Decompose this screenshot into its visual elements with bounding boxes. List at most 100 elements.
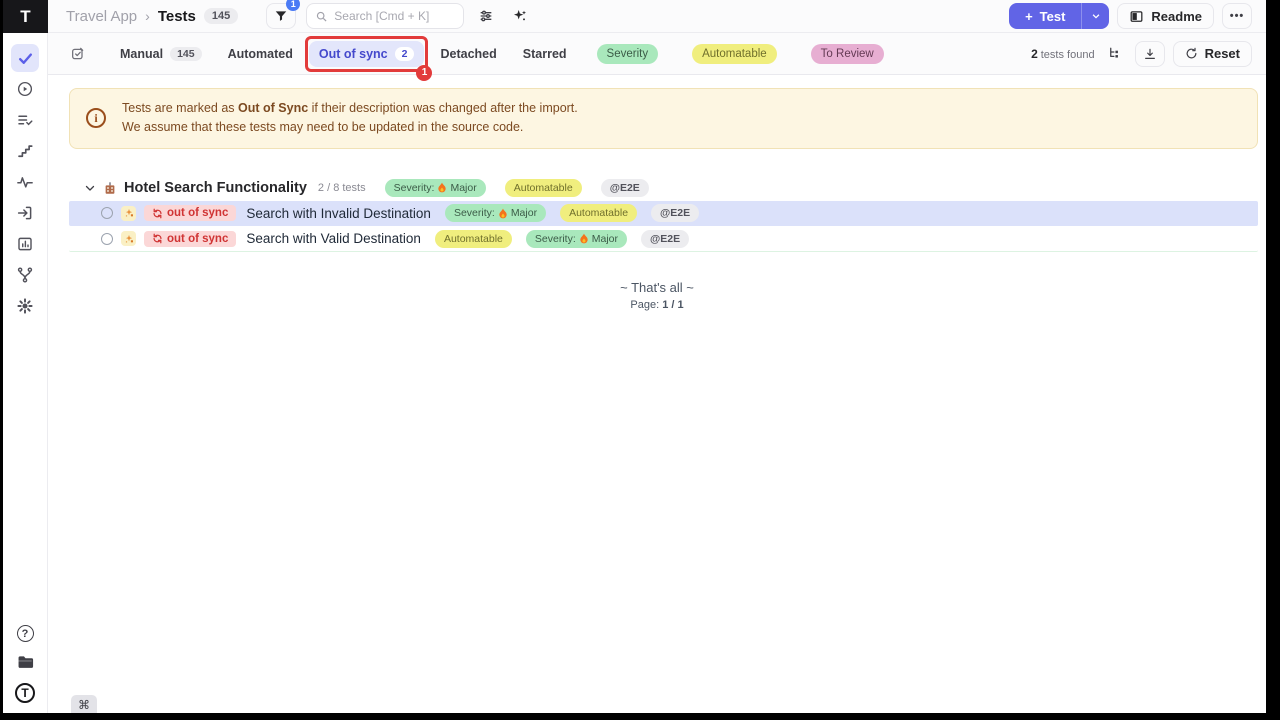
sidebar-item-plans[interactable] xyxy=(11,106,39,134)
flame-icon xyxy=(498,208,508,219)
git-branch-icon xyxy=(16,266,34,284)
severity-level: Major xyxy=(511,207,537,219)
new-test-button[interactable]: + Test xyxy=(1009,3,1081,29)
banner-line1-pre: Tests are marked as xyxy=(122,101,238,115)
refresh-icon xyxy=(1185,47,1198,60)
stairs-icon xyxy=(16,142,34,160)
display-settings-icon[interactable] xyxy=(474,8,498,24)
new-test-dropdown-button[interactable] xyxy=(1081,3,1109,29)
tab-manual[interactable]: Manual 145 xyxy=(110,41,212,67)
code-snippet-icon xyxy=(121,231,136,246)
help-button[interactable]: ? xyxy=(17,625,34,642)
page-label: Page: xyxy=(630,299,659,311)
collapse-chevron-icon[interactable] xyxy=(84,182,96,194)
suite-tag-badge: @E2E xyxy=(601,179,649,197)
page-indicator: Page: 1 / 1 xyxy=(48,299,1266,311)
question-mark-icon: ? xyxy=(22,628,29,640)
chip-to-review[interactable]: To Review xyxy=(811,44,884,64)
book-icon xyxy=(1129,9,1144,24)
export-button[interactable] xyxy=(1135,41,1165,67)
sidebar-item-analytics[interactable] xyxy=(11,168,39,196)
severity-prefix: Severity: xyxy=(454,207,495,219)
out-of-sync-label: out of sync xyxy=(167,233,228,245)
search-box[interactable] xyxy=(306,3,464,29)
out-of-sync-badge: out of sync xyxy=(144,205,236,221)
search-input[interactable] xyxy=(334,9,455,23)
test-tag-badge: @E2E xyxy=(651,204,699,222)
more-options-button[interactable]: ••• xyxy=(1222,3,1252,29)
tab-detached[interactable]: Detached xyxy=(430,41,506,67)
sidebar-item-reports[interactable] xyxy=(11,230,39,258)
filter-button[interactable]: 1 xyxy=(266,3,296,29)
info-banner: i Tests are marked as Out of Sync if the… xyxy=(69,88,1258,149)
severity-prefix: Severity: xyxy=(535,233,576,245)
sidebar-item-runs[interactable] xyxy=(11,75,39,103)
ai-sparkles-icon[interactable] xyxy=(508,8,532,24)
flame-icon xyxy=(437,182,447,193)
suite-title[interactable]: Hotel Search Functionality xyxy=(124,180,307,196)
test-title[interactable]: Search with Invalid Destination xyxy=(246,206,431,221)
pulse-icon xyxy=(16,173,34,191)
report-chart-icon xyxy=(16,235,34,253)
filter-notification-badge: 1 xyxy=(286,0,300,11)
info-banner-text: Tests are marked as Out of Sync if their… xyxy=(122,99,578,138)
gear-icon xyxy=(16,297,34,315)
sidebar-item-steps[interactable] xyxy=(11,137,39,165)
testomat-logo[interactable]: T xyxy=(15,683,35,703)
list-end: ~ That's all ~ Page: 1 / 1 xyxy=(48,280,1266,311)
tab-detached-label: Detached xyxy=(440,47,496,61)
filter-bar-right: 2tests found Reset xyxy=(1031,41,1252,67)
reset-button[interactable]: Reset xyxy=(1173,41,1252,67)
tab-manual-count: 145 xyxy=(170,47,202,61)
chip-automatable[interactable]: Automatable xyxy=(692,44,777,64)
funnel-icon xyxy=(274,9,288,23)
plus-icon: + xyxy=(1025,9,1033,24)
filter-bar: Manual 145 Automated Out of sync 2 1 Det… xyxy=(48,33,1266,75)
play-circle-icon xyxy=(16,80,34,98)
hotel-icon xyxy=(103,181,117,195)
results-count: 2tests found xyxy=(1031,47,1095,61)
flame-icon xyxy=(579,233,589,244)
severity-level: Major xyxy=(450,182,476,194)
sidebar-item-import[interactable] xyxy=(11,199,39,227)
results-count-number: 2 xyxy=(1031,47,1038,61)
breadcrumb: Travel App › Tests 145 xyxy=(66,8,238,25)
test-severity-badge: Severity: Major xyxy=(526,230,627,248)
banner-line2: We assume that these tests may need to b… xyxy=(122,118,578,137)
brand-logo[interactable]: T xyxy=(3,0,48,33)
top-bar: Travel App › Tests 145 1 + xyxy=(48,0,1266,33)
chip-severity[interactable]: Severity xyxy=(597,44,659,64)
sidebar-item-tests[interactable] xyxy=(11,44,39,72)
suite-severity-badge: Severity: Major xyxy=(385,179,486,197)
test-radio-button[interactable] xyxy=(101,233,113,245)
bulk-edit-icon[interactable] xyxy=(66,46,90,62)
test-row[interactable]: out of sync Search with Valid Destinatio… xyxy=(69,227,1258,252)
results-count-label: tests found xyxy=(1041,49,1095,61)
sidebar-bottom: ? T xyxy=(15,625,35,713)
tab-starred[interactable]: Starred xyxy=(513,41,577,67)
readme-button[interactable]: Readme xyxy=(1117,3,1214,29)
testomat-logo-letter: T xyxy=(21,686,28,700)
banner-line1-bold: Out of Sync xyxy=(238,101,308,115)
import-icon xyxy=(16,204,34,222)
test-radio-button[interactable] xyxy=(101,207,113,219)
breadcrumb-project[interactable]: Travel App xyxy=(66,8,137,25)
sync-icon xyxy=(152,233,163,244)
breadcrumb-section[interactable]: Tests xyxy=(158,8,196,25)
tab-out-of-sync[interactable]: Out of sync 2 xyxy=(309,41,425,67)
test-title[interactable]: Search with Valid Destination xyxy=(246,231,421,246)
tab-automated[interactable]: Automated xyxy=(218,41,303,67)
keyboard-shortcuts-button[interactable]: ⌘ xyxy=(71,695,97,713)
sidebar-item-settings[interactable] xyxy=(11,292,39,320)
out-of-sync-badge: out of sync xyxy=(144,231,236,247)
test-row[interactable]: out of sync Search with Invalid Destinat… xyxy=(69,201,1258,226)
docs-folder-icon[interactable] xyxy=(16,654,35,671)
check-icon xyxy=(17,50,34,67)
tests-count-badge: 145 xyxy=(204,8,238,24)
tree-view-icon[interactable] xyxy=(1103,46,1127,61)
test-severity-badge: Severity: Major xyxy=(445,204,546,222)
sidebar-item-branches[interactable] xyxy=(11,261,39,289)
out-of-sync-label: out of sync xyxy=(167,207,228,219)
ellipsis-icon: ••• xyxy=(1230,10,1245,22)
info-icon: i xyxy=(86,108,106,128)
